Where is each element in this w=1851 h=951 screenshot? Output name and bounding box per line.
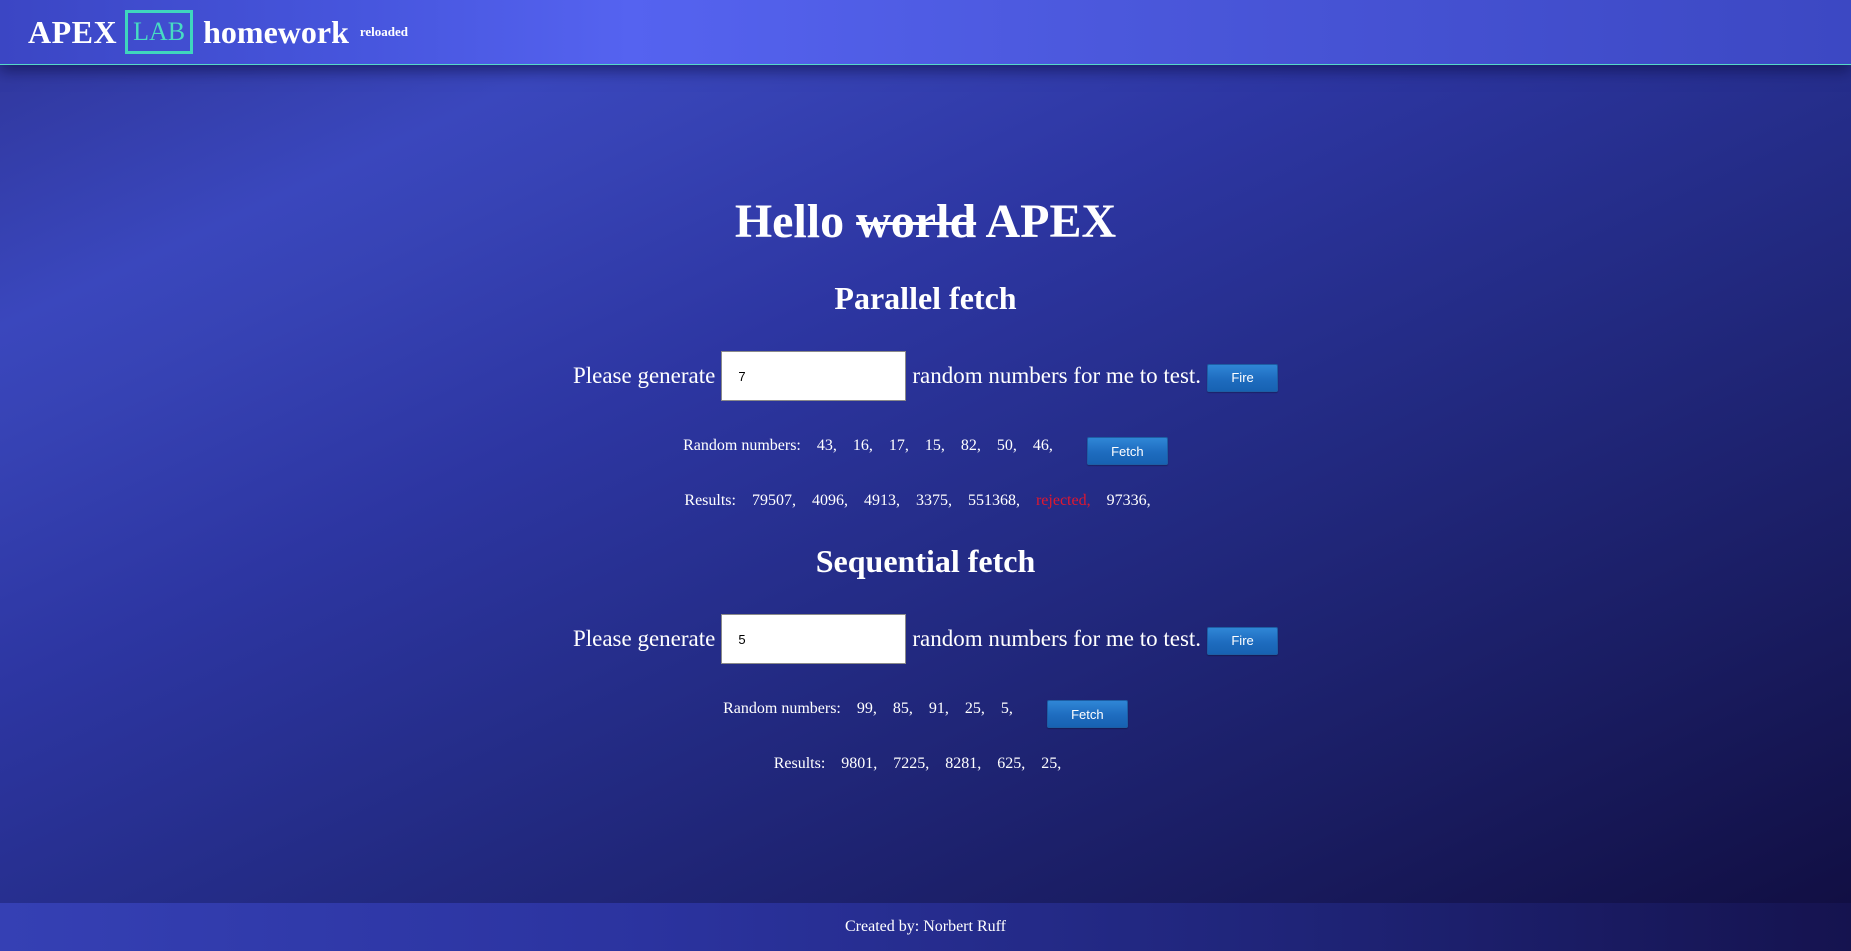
parallel-random-number: 82,	[960, 436, 981, 454]
parallel-result-rejected: rejected,	[1035, 492, 1091, 509]
sequential-random-number: 85,	[892, 699, 913, 717]
parallel-count-input[interactable]	[721, 351, 907, 401]
parallel-prompt-after: random numbers for me to test.	[912, 363, 1202, 388]
footer-credit: Created by: Norbert Ruff	[845, 918, 1006, 935]
title-hello: Hello	[734, 195, 845, 248]
parallel-fetch-button[interactable]: Fetch	[1086, 437, 1168, 465]
brand-apex-text: APEX	[28, 13, 118, 50]
sequential-result-value: 25,	[1041, 755, 1062, 772]
sequential-results-label: Results:	[773, 755, 826, 772]
parallel-random-number: 43,	[816, 436, 837, 454]
parallel-random-row: Random numbers: 43, 16, 17, 15, 82, 50, …	[0, 426, 1851, 465]
parallel-result-value: 551368,	[967, 492, 1020, 509]
brand-reloaded-tag: reloaded	[359, 24, 409, 39]
parallel-fire-button[interactable]: Fire	[1207, 363, 1279, 392]
parallel-random-label: Random numbers:	[683, 436, 801, 454]
top-navbar: APEX LAB homework reloaded	[0, 0, 1851, 65]
sequential-result-value: 9801,	[841, 755, 878, 772]
parallel-result-value: 4096,	[811, 492, 848, 509]
sequential-prompt-before: Please generate	[572, 626, 716, 651]
sequential-random-number: 91,	[928, 699, 949, 717]
sequential-prompt-after: random numbers for me to test.	[912, 626, 1202, 651]
sequential-result-value: 8281,	[945, 755, 982, 772]
parallel-random-number: 16,	[852, 436, 873, 454]
sequential-random-number: 25,	[964, 699, 985, 717]
sequential-fetch-title: Sequential fetch	[815, 543, 1036, 579]
title-struck-word: world	[856, 195, 977, 248]
title-apex: APEX	[985, 195, 1117, 248]
sequential-random-number: 99,	[856, 699, 877, 717]
parallel-random-number: 15,	[924, 436, 945, 454]
parallel-result-value: 97336,	[1106, 492, 1151, 509]
sequential-count-input[interactable]	[721, 614, 907, 664]
page-title: Hello world APEX	[0, 194, 1851, 249]
sequential-random-row: Random numbers: 99, 85, 91, 25, 5, Fetch	[0, 689, 1851, 728]
sequential-fire-button[interactable]: Fire	[1207, 626, 1279, 655]
parallel-fetch-title: Parallel fetch	[834, 280, 1017, 316]
parallel-result-value: 4913,	[863, 492, 900, 509]
parallel-random-number: 46,	[1032, 436, 1053, 454]
brand-lab-box: LAB	[125, 10, 194, 54]
parallel-random-number: 50,	[996, 436, 1017, 454]
page-footer: Created by: Norbert Ruff	[0, 903, 1851, 951]
parallel-result-value: 79507,	[751, 492, 796, 509]
parallel-prompt-before: Please generate	[572, 363, 716, 388]
brand-logo[interactable]: APEX LAB homework reloaded	[28, 10, 408, 54]
sequential-results-row: Results: 9801, 7225, 8281, 625, 25,	[0, 755, 1851, 773]
sequential-random-number: 5,	[1000, 699, 1013, 717]
parallel-generate-row: Please generate random numbers for me to…	[0, 351, 1851, 401]
parallel-results-label: Results:	[684, 492, 736, 509]
sequential-generate-row: Please generate random numbers for me to…	[0, 614, 1851, 664]
parallel-result-value: 3375,	[915, 492, 952, 509]
parallel-results-row: Results: 79507, 4096, 4913, 3375, 551368…	[0, 492, 1851, 510]
brand-homework-text: homework	[203, 13, 349, 50]
parallel-random-number: 17,	[888, 436, 909, 454]
sequential-random-label: Random numbers:	[723, 699, 841, 717]
sequential-result-value: 7225,	[893, 755, 930, 772]
sequential-fetch-button[interactable]: Fetch	[1046, 700, 1128, 728]
sequential-result-value: 625,	[997, 755, 1026, 772]
